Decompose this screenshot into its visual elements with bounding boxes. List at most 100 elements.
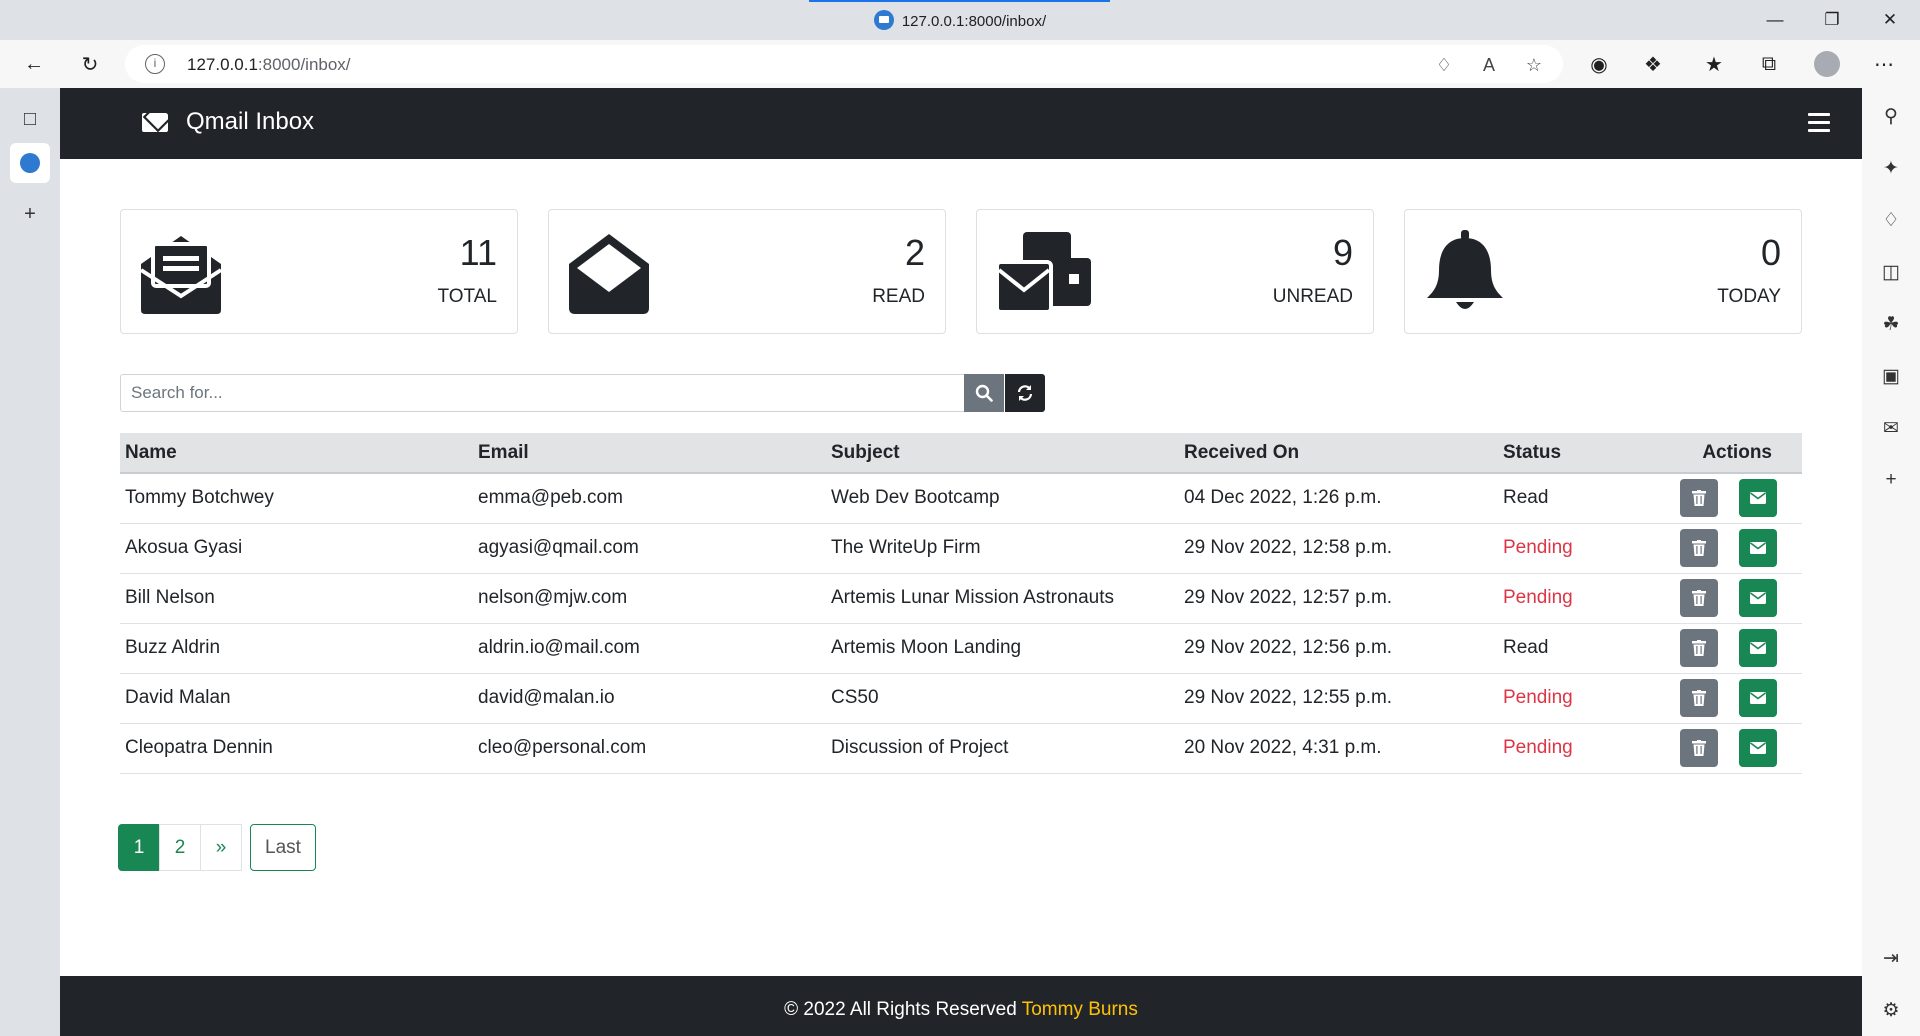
minimize-icon[interactable]: — <box>1750 0 1800 40</box>
search-input[interactable] <box>120 374 965 412</box>
reply-button[interactable] <box>1739 479 1777 518</box>
menu-toggle-icon[interactable] <box>1808 113 1830 133</box>
author-link[interactable]: Tommy Burns <box>1022 999 1138 1020</box>
inbox-table: Name Email Subject Received On Status Ac… <box>120 433 1802 774</box>
delete-button[interactable] <box>1680 729 1718 767</box>
cell-received: 29 Nov 2022, 12:56 p.m. <box>1179 623 1498 674</box>
cell-name: Cleopatra Dennin <box>120 723 473 774</box>
cell-actions <box>1648 623 1802 674</box>
column-header-email[interactable]: Email <box>473 433 826 474</box>
delete-button[interactable] <box>1680 679 1718 717</box>
reply-button[interactable] <box>1739 529 1777 567</box>
profile-avatar-icon[interactable] <box>1811 48 1843 80</box>
favorites-icon[interactable]: ★ <box>1698 48 1730 80</box>
table-header-row: Name Email Subject Received On Status Ac… <box>120 433 1802 474</box>
extension-globe-icon[interactable]: ◉ <box>1583 48 1615 80</box>
stat-value: 0 <box>1760 232 1781 273</box>
column-header-name[interactable]: Name <box>120 433 473 474</box>
more-options-icon[interactable]: ⋯ <box>1868 48 1900 80</box>
outlook-icon[interactable]: ✉ <box>1875 412 1907 444</box>
extensions-icon[interactable]: ❖ <box>1637 48 1669 80</box>
settings-gear-icon[interactable]: ⚙ <box>1875 994 1907 1026</box>
browser-title-bar: 127.0.0.1:8000/inbox/ — ❐ ✕ <box>0 0 1920 40</box>
active-tab-indicator <box>809 0 1110 2</box>
delete-button[interactable] <box>1680 579 1718 617</box>
column-header-status[interactable]: Status <box>1498 433 1648 474</box>
delete-button[interactable] <box>1680 479 1718 518</box>
brand-link[interactable]: Qmail Inbox <box>142 108 314 136</box>
cell-subject: The WriteUp Firm <box>826 523 1179 574</box>
add-favorite-icon[interactable]: ☆ <box>1522 53 1546 77</box>
close-icon[interactable]: ✕ <box>1865 0 1915 40</box>
table-row[interactable]: Tommy Botchwey emma@peb.com Web Dev Bootca… <box>120 473 1802 524</box>
cell-email: aldrin.io@mail.com <box>473 623 826 674</box>
page-2-link[interactable]: 2 <box>159 824 201 871</box>
table-row[interactable]: Buzz Aldrin aldrin.io@mail.com Artemis Moo… <box>120 623 1802 674</box>
delete-button[interactable] <box>1680 629 1718 667</box>
last-page-link[interactable]: Last <box>250 824 316 871</box>
cell-status: Read <box>1498 623 1648 674</box>
cell-email: agyasi@qmail.com <box>473 523 826 574</box>
delete-button[interactable] <box>1680 529 1718 567</box>
tools-briefcase-icon[interactable]: ◫ <box>1875 256 1907 288</box>
cell-received: 29 Nov 2022, 12:58 p.m. <box>1179 523 1498 574</box>
cell-subject: Artemis Lunar Mission Astronauts <box>826 573 1179 624</box>
table-row[interactable]: Cleopatra Dennin cleo@personal.com Discuss… <box>120 723 1802 774</box>
cell-name: Tommy Botchwey <box>120 473 473 524</box>
browser-sidebar: ⚲ ✦ ♢ ◫ ☘ ▣ ✉ + ⇥ ⚙ <box>1862 88 1920 1036</box>
table-row[interactable]: Akosua Gyasi agyasi@qmail.com The WriteUp … <box>120 523 1802 574</box>
collections-icon[interactable]: ⧉ <box>1753 48 1785 80</box>
cell-received: 20 Nov 2022, 4:31 p.m. <box>1179 723 1498 774</box>
hide-sidebar-icon[interactable]: ⇥ <box>1875 942 1907 974</box>
reply-button[interactable] <box>1739 679 1777 717</box>
cell-status: Read <box>1498 473 1648 524</box>
cell-name: Buzz Aldrin <box>120 623 473 674</box>
new-tab-icon[interactable]: + <box>10 194 50 234</box>
tag-icon[interactable]: ♢ <box>1432 53 1456 77</box>
search-sidebar-icon[interactable]: ⚲ <box>1875 100 1907 132</box>
search-button[interactable] <box>964 374 1004 412</box>
site-info-icon[interactable]: i <box>145 54 165 74</box>
cell-name: Akosua Gyasi <box>120 523 473 574</box>
cell-email: emma@peb.com <box>473 473 826 524</box>
reply-button[interactable] <box>1739 579 1777 617</box>
search-icon <box>975 384 993 402</box>
column-header-subject[interactable]: Subject <box>826 433 1179 474</box>
tab-actions-icon[interactable]: □ <box>10 99 50 139</box>
read-aloud-icon[interactable]: A <box>1477 53 1501 77</box>
cell-name: Bill Nelson <box>120 573 473 624</box>
stat-value: 11 <box>459 232 497 273</box>
refresh-icon[interactable]: ↻ <box>74 48 106 80</box>
office-icon[interactable]: ▣ <box>1875 360 1907 392</box>
pagination: 1 2 » Last <box>118 824 316 871</box>
refresh-button[interactable] <box>1005 374 1045 412</box>
games-icon[interactable]: ☘ <box>1875 308 1907 340</box>
bell-icon <box>1427 230 1503 309</box>
stat-label: TODAY <box>1717 286 1781 307</box>
next-page-link[interactable]: » <box>200 824 242 871</box>
reply-button[interactable] <box>1739 629 1777 667</box>
cell-name: David Malan <box>120 673 473 724</box>
navbar: Qmail Inbox <box>60 88 1862 159</box>
cell-status: Pending <box>1498 723 1648 774</box>
column-header-received[interactable]: Received On <box>1179 433 1498 474</box>
add-sidebar-app-icon[interactable]: + <box>1875 464 1907 496</box>
mail-tab-icon[interactable] <box>10 143 50 183</box>
trash-icon <box>1692 640 1706 656</box>
reply-button[interactable] <box>1739 729 1777 767</box>
copilot-icon[interactable]: ✦ <box>1875 152 1907 184</box>
restore-icon[interactable]: ❐ <box>1807 0 1857 40</box>
shopping-tag-icon[interactable]: ♢ <box>1875 204 1907 236</box>
table-row[interactable]: Bill Nelson nelson@mjw.com Artemis Lunar M… <box>120 573 1802 624</box>
browser-tab[interactable]: 127.0.0.1:8000/inbox/ <box>0 10 1920 30</box>
cell-email: david@malan.io <box>473 673 826 724</box>
address-url[interactable]: 127.0.0.1:8000/inbox/ <box>187 55 351 75</box>
cell-subject: CS50 <box>826 673 1179 724</box>
address-bar[interactable]: i 127.0.0.1:8000/inbox/ ♢ A ☆ <box>125 45 1563 83</box>
stat-card-total: 11 TOTAL <box>120 209 518 334</box>
page-1-link[interactable]: 1 <box>118 824 160 871</box>
stat-label: READ <box>872 286 925 307</box>
back-icon[interactable]: ← <box>18 48 50 80</box>
cell-subject: Artemis Moon Landing <box>826 623 1179 674</box>
table-row[interactable]: David Malan david@malan.io CS50 29 Nov 2022… <box>120 673 1802 724</box>
